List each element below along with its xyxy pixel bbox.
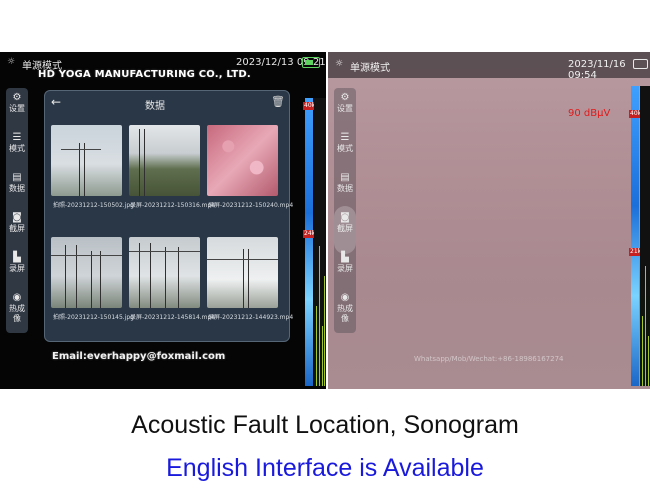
file-name: 录屏-20231212-144923.mp4 — [208, 314, 294, 321]
intensity-scale — [305, 98, 313, 386]
tower-shape — [91, 251, 101, 308]
spectrum-spike — [648, 336, 649, 386]
contact-watermark: Whatsapp/Mob/Wechat:+86-18986167274 — [414, 355, 564, 363]
thumbnail-photo[interactable] — [51, 237, 122, 308]
spectrum-spike — [324, 276, 325, 386]
tower-shape — [139, 243, 151, 308]
file-name: 录屏-20231212-150240.mp4 — [208, 202, 294, 209]
sidebar-item-label: 热成像 — [337, 304, 353, 323]
sidebar-item-settings[interactable]: ⚙ 设置 — [6, 92, 28, 114]
sidebar-item-label: 设置 — [9, 104, 25, 113]
video-icon: ▙ — [341, 252, 349, 263]
file-name: 录屏-20231212-150316.mp4 — [130, 202, 216, 209]
sidebar-item-label: 数据 — [9, 184, 25, 193]
dialog-title: 数据 — [145, 101, 165, 112]
spectrum-bar — [640, 86, 650, 386]
sidebar-item-thermal[interactable]: ◉ 热成像 — [334, 292, 356, 324]
document-icon: ▤ — [12, 172, 22, 183]
brightness-icon: ☼ — [7, 57, 16, 67]
tower-shape — [79, 143, 85, 196]
sidebar-item-data[interactable]: ▤ 数据 — [334, 172, 356, 194]
tower-shape — [165, 247, 179, 308]
document-icon: ▤ — [340, 172, 350, 183]
gear-icon: ⚙ — [340, 92, 350, 103]
sidebar-item-label: 录屏 — [9, 264, 25, 273]
sidebar-item-screenshot[interactable]: ◙ 截屏 — [334, 212, 356, 234]
camera-icon: ◙ — [340, 212, 350, 223]
menu-icon: ☰ — [340, 132, 350, 143]
company-watermark: HD YOGA MANUFACTURING CO., LTD. — [38, 69, 251, 80]
file-name: 拍照-20231212-150502.jpg — [53, 202, 134, 209]
sidebar-item-label: 模式 — [9, 144, 25, 153]
spectrum-spike — [642, 316, 643, 386]
signal-reading: 90 dBμV — [568, 108, 611, 119]
back-arrow-icon[interactable]: ← — [51, 95, 61, 109]
left-device-screen: ☼ 单源模式 2023/12/13 09:21 HD YOGA MANUFACT… — [0, 52, 326, 389]
file-name: 录屏-20231212-145814.mp4 — [130, 314, 216, 321]
sidebar-item-mode[interactable]: ☰ 模式 — [6, 132, 28, 154]
sidebar-item-label: 截屏 — [337, 224, 353, 233]
sidebar: ⚙ 设置 ☰ 模式 ▤ 数据 ◙ 截屏 ▙ 录屏 ◉ 热成像 — [334, 88, 356, 333]
sidebar-item-screenshot[interactable]: ◙ 截屏 — [6, 212, 28, 234]
wire-shape — [51, 255, 122, 256]
thumbnail-video[interactable] — [207, 125, 278, 196]
gear-icon: ⚙ — [12, 92, 22, 103]
camera-icon: ◙ — [12, 212, 22, 223]
email-watermark: Email:everhappy@foxmail.com — [52, 351, 226, 362]
spectrum-spike — [322, 326, 323, 386]
sidebar-item-label: 设置 — [337, 104, 353, 113]
wire-shape — [207, 259, 278, 260]
wire-shape — [129, 251, 200, 252]
sidebar-item-label: 模式 — [337, 144, 353, 153]
thumbnail-video[interactable] — [207, 237, 278, 308]
brightness-icon: ☼ — [335, 59, 344, 69]
sidebar-item-thermal[interactable]: ◉ 热成像 — [6, 292, 28, 324]
sidebar-item-label: 数据 — [337, 184, 353, 193]
sidebar-item-record[interactable]: ▙ 录屏 — [6, 252, 28, 274]
sidebar-item-label: 热成像 — [9, 304, 25, 323]
spectrum-spike — [319, 246, 320, 386]
trash-icon[interactable]: 🗑 — [271, 95, 285, 108]
battery-icon — [633, 59, 648, 69]
wire-shape — [61, 149, 101, 150]
spectrum-spike — [316, 306, 317, 386]
intensity-scale — [631, 86, 639, 386]
caption-subtitle: English Interface is Available — [166, 454, 484, 482]
thumbnail-video[interactable] — [129, 237, 200, 308]
tower-shape — [243, 249, 249, 308]
data-gallery-dialog: ← 数据 🗑 拍照-20231212-150502.jpg 录屏-2023121… — [44, 90, 294, 342]
location-icon: ◉ — [340, 292, 350, 303]
battery-icon — [302, 57, 320, 68]
video-icon: ▙ — [13, 252, 21, 263]
thumbnail-photo[interactable] — [51, 125, 122, 196]
pole-shape — [139, 129, 145, 196]
sidebar-item-mode[interactable]: ☰ 模式 — [334, 132, 356, 154]
menu-icon: ☰ — [12, 132, 22, 143]
spectrum-spike — [645, 266, 646, 386]
file-name: 拍照-20231212-150145.jpg — [53, 314, 134, 321]
thumbnail-video[interactable] — [129, 125, 200, 196]
sidebar-item-data[interactable]: ▤ 数据 — [6, 172, 28, 194]
mode-title: 单源模式 — [350, 63, 390, 74]
caption-title: Acoustic Fault Location, Sonogram — [131, 411, 519, 439]
sidebar-item-label: 录屏 — [337, 264, 353, 273]
sidebar-item-label: 截屏 — [9, 224, 25, 233]
spectrum-bar — [314, 98, 326, 386]
right-device-screen: ☼ 单源模式 2023/11/16 09:54 ⚙ 设置 ☰ 模式 ▤ 数据 ◙… — [328, 52, 650, 389]
sidebar-item-settings[interactable]: ⚙ 设置 — [334, 92, 356, 114]
sidebar-item-record[interactable]: ▙ 录屏 — [334, 252, 356, 274]
sidebar: ⚙ 设置 ☰ 模式 ▤ 数据 ◙ 截屏 ▙ 录屏 ◉ 热成像 — [6, 88, 28, 333]
location-icon: ◉ — [12, 292, 22, 303]
